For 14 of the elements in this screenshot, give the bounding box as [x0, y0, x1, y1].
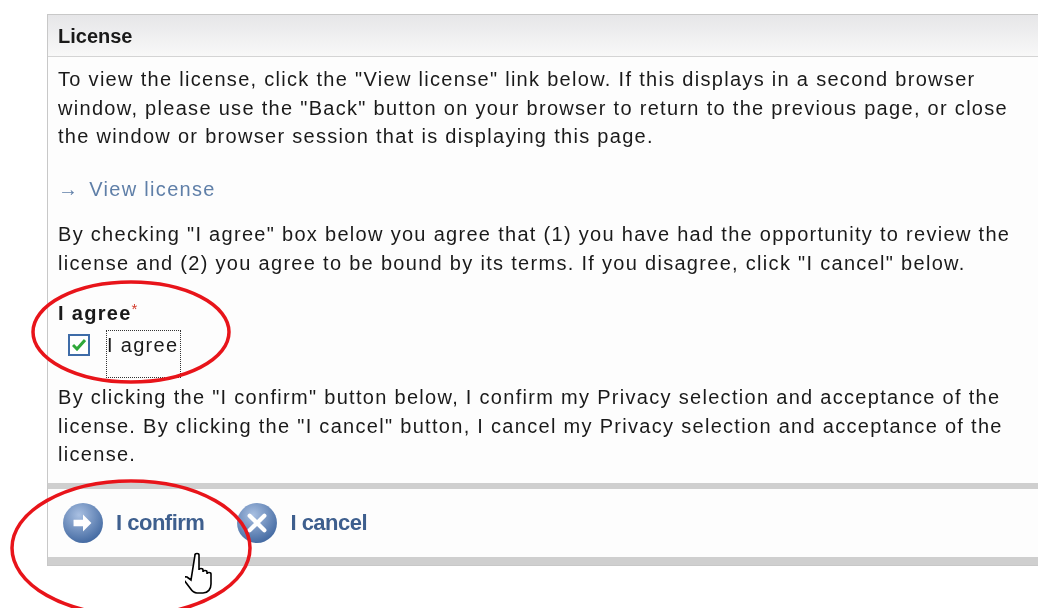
- checkbox-label[interactable]: I agree: [106, 329, 182, 378]
- check-icon: [72, 338, 86, 351]
- arrow-circle-icon: [62, 501, 104, 544]
- close-circle-icon: [236, 501, 279, 544]
- agree-checkbox[interactable]: [68, 333, 90, 356]
- required-asterisk: *: [131, 299, 139, 317]
- field-label: I agree: [58, 301, 132, 326]
- agreement-paragraph: By checking "I agree" box below you agree that (1) you have had the opportunity to review the license and (2) you agree to be bound by its terms. If you disagree, click "I cancel" below.: [58, 222, 1012, 276]
- intro-paragraph: To view the license, click the "View license" link below. If this displays in a second browser window, please use the "Back" button on your browser to return to the previous page, or close the window or browser session that is displaying this page.: [58, 67, 1010, 149]
- panel-title: License: [58, 23, 133, 49]
- confirmation-paragraph: By clicking the "I confirm" button below, I confirm my Privacy selection and acceptance of the license. By clicking the "I cancel" button, I cancel my Privacy selection and acceptance of the license.: [58, 385, 1004, 467]
- confirm-button[interactable]: I confirm: [62, 501, 213, 544]
- view-license-link[interactable]: → View license: [58, 174, 216, 203]
- cancel-button[interactable]: I cancel: [236, 501, 376, 544]
